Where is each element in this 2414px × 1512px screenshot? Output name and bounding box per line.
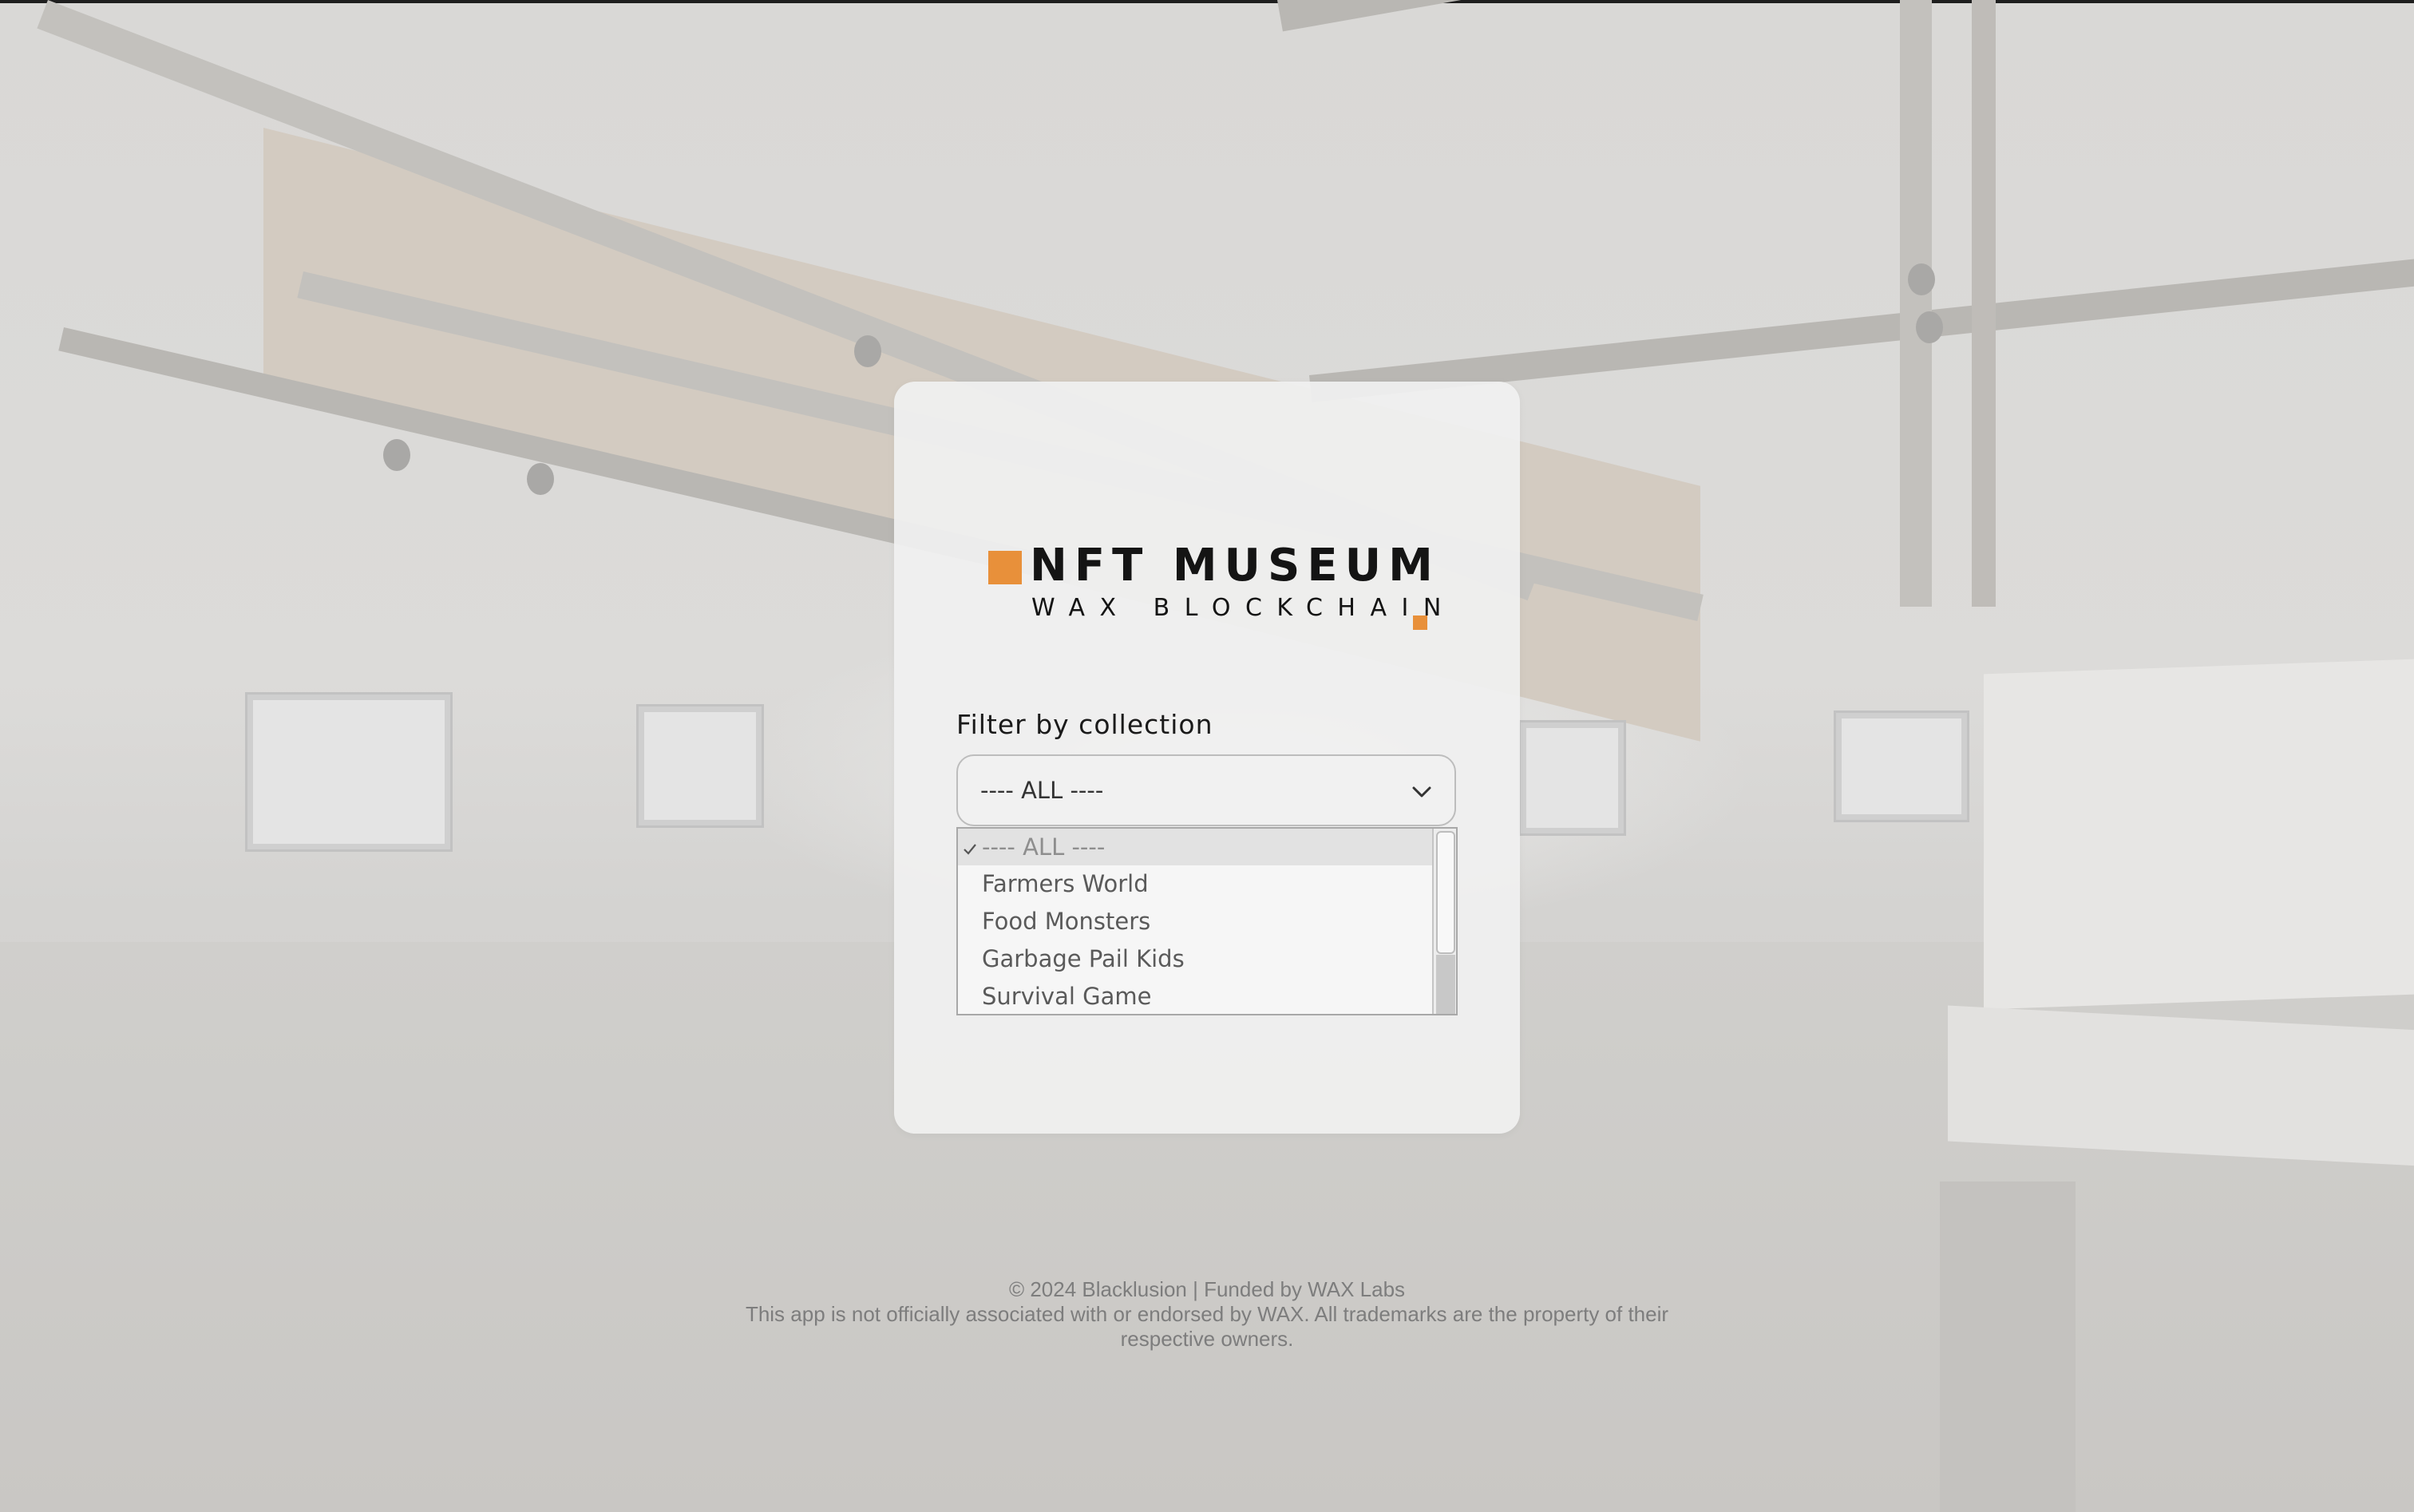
logo-title: NFT MUSEUM bbox=[1030, 540, 1440, 592]
chevron-down-icon bbox=[1410, 780, 1434, 804]
spotlight bbox=[383, 439, 410, 471]
footer-copyright: © 2024 Blacklusion | Funded by WAX Labs bbox=[1008, 1277, 1406, 1301]
checkmark-icon bbox=[963, 835, 977, 855]
dropdown-option-label: Farmers World bbox=[982, 870, 1149, 897]
dropdown-option[interactable]: Farmers World bbox=[958, 865, 1434, 902]
spotlight bbox=[527, 463, 554, 495]
spotlight bbox=[1916, 311, 1943, 343]
ceiling-pillar bbox=[1972, 0, 1996, 607]
spotlight bbox=[1908, 263, 1935, 295]
logo-corner-square-icon bbox=[1413, 615, 1427, 630]
dropdown-option-label: Food Monsters bbox=[982, 908, 1151, 935]
ceiling-pillar bbox=[1900, 0, 1932, 607]
wall-frame bbox=[1521, 722, 1624, 833]
collection-filter-card: NFT MUSEUM WAX BLOCKCHAIN Filter by coll… bbox=[894, 382, 1520, 1134]
wall-screen bbox=[1948, 1005, 2414, 1166]
dropdown-option[interactable]: Food Monsters bbox=[958, 903, 1434, 940]
dropdown-option-label: Survival Game bbox=[982, 983, 1152, 1010]
dropdown-option-label: Garbage Pail Kids bbox=[982, 945, 1185, 972]
dropdown-option[interactable]: ---- ALL ---- bbox=[958, 829, 1434, 865]
wall-frame bbox=[639, 707, 762, 825]
dropdown-option[interactable]: Survival Game bbox=[958, 978, 1434, 1014]
ceiling-beam bbox=[1277, 0, 2305, 32]
wall-screen bbox=[1984, 659, 2414, 1010]
filter-label: Filter by collection bbox=[956, 709, 1213, 740]
dropdown-option-label: ---- ALL ---- bbox=[982, 833, 1106, 861]
logo-subtitle: WAX BLOCKCHAIN bbox=[1031, 594, 1456, 622]
footer: © 2024 Blacklusion | Funded by WAX Labs … bbox=[0, 1277, 2414, 1352]
collection-select-value: ---- ALL ---- bbox=[980, 777, 1104, 804]
scrollbar-track bbox=[1436, 955, 1455, 1014]
collection-select[interactable]: ---- ALL ---- bbox=[956, 754, 1456, 826]
collection-dropdown-list[interactable]: ---- ALL ---- Farmers World Food Monster… bbox=[956, 827, 1458, 1015]
footer-disclaimer: This app is not officially associated wi… bbox=[745, 1302, 1669, 1351]
dropdown-option[interactable]: Garbage Pail Kids bbox=[958, 940, 1434, 977]
wall-frame bbox=[1836, 713, 1967, 820]
top-edge bbox=[0, 0, 2414, 3]
wall-frame bbox=[247, 695, 450, 849]
scrollbar-thumb[interactable] bbox=[1436, 831, 1455, 954]
spotlight bbox=[854, 335, 881, 367]
ceiling-beam bbox=[1309, 258, 2414, 402]
logo-square-icon bbox=[988, 551, 1022, 584]
dropdown-scrollbar[interactable] bbox=[1432, 829, 1456, 1014]
